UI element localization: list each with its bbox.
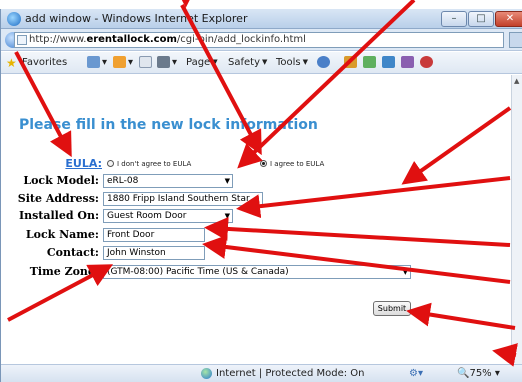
eula-disagree-radio[interactable]: [107, 160, 114, 167]
installed-on-label: Installed On:: [18, 209, 99, 222]
address-input[interactable]: http://www.erentallock.com/cgi-bin/add_l…: [14, 32, 504, 48]
command-bar: ★ Favorites ▾ ▾ ▾ Page ▼ Safety ▼ Tools ▼: [1, 52, 522, 74]
url-scheme: http://www.: [29, 34, 87, 45]
window-title: add window - Windows Internet Explorer: [25, 12, 248, 25]
zoom-level[interactable]: 🔍75% ▾: [457, 368, 500, 379]
eula-agree-radio[interactable]: [260, 160, 267, 167]
close-button[interactable]: ✕: [495, 11, 522, 27]
onenote-icon[interactable]: [401, 56, 414, 68]
page-title: Please fill in the new lock information: [19, 117, 318, 133]
lock-model-label: Lock Model:: [23, 174, 99, 187]
site-address-input[interactable]: 1880 Fripp Island Southern Star: [103, 192, 263, 206]
tools-menu-label: Tools: [276, 57, 301, 68]
star-icon[interactable]: ★: [6, 56, 17, 70]
page-icon: [17, 35, 27, 45]
addon-icon[interactable]: [420, 56, 433, 68]
page-menu[interactable]: Page ▼: [186, 57, 218, 68]
lock-model-value: eRL-08: [107, 176, 139, 186]
scroll-up-icon[interactable]: ▲: [514, 77, 519, 85]
refresh-icon[interactable]: [509, 32, 522, 48]
zoom-value: 75%: [469, 368, 492, 379]
security-zone-text: Internet | Protected Mode: On: [216, 368, 365, 379]
home-dropdown-icon[interactable]: ▾: [102, 57, 107, 68]
settings-icon[interactable]: ⚙▾: [409, 368, 423, 379]
mail-icon[interactable]: [139, 56, 152, 68]
cropped-banner-text: ▼: [180, 0, 192, 9]
address-bar: http://www.erentallock.com/cgi-bin/add_l…: [1, 29, 522, 51]
messenger-icon[interactable]: [363, 56, 376, 68]
submit-button[interactable]: Submit: [373, 301, 411, 316]
url-host: erentallock.com: [86, 34, 177, 45]
status-bar: Internet | Protected Mode: On ⚙▾ 🔍75% ▾: [1, 364, 522, 382]
cropped-banner: ▼: [0, 0, 522, 9]
browser-window: add window - Windows Internet Explorer –…: [0, 9, 522, 382]
chevron-down-icon: ▼: [224, 212, 230, 220]
safety-menu[interactable]: Safety ▼: [228, 57, 267, 68]
favorites-button[interactable]: Favorites: [22, 57, 67, 68]
site-address-label: Site Address:: [17, 192, 99, 205]
lock-model-select[interactable]: eRL-08 ▼: [103, 174, 233, 188]
safety-menu-label: Safety: [228, 57, 260, 68]
eula-link[interactable]: EULA:: [1, 157, 102, 170]
eula-disagree-label: I don't agree to EULA: [117, 160, 192, 168]
feeds-dropdown-icon[interactable]: ▾: [128, 57, 133, 68]
eula-agree-option[interactable]: I agree to EULA: [260, 160, 324, 168]
feeds-icon[interactable]: [113, 56, 126, 68]
installed-on-value: Guest Room Door: [107, 211, 187, 221]
minimize-button[interactable]: –: [441, 11, 467, 27]
url-path: /cgi-bin/add_lockinfo.html: [176, 34, 306, 45]
title-bar: add window - Windows Internet Explorer –…: [1, 9, 522, 29]
print-dropdown-icon[interactable]: ▾: [172, 57, 177, 68]
lock-name-label: Lock Name:: [25, 228, 99, 241]
contact-label: Contact:: [46, 246, 99, 259]
help-icon[interactable]: [317, 56, 330, 68]
eula-disagree-option[interactable]: I don't agree to EULA: [107, 160, 191, 168]
home-icon[interactable]: [87, 56, 100, 68]
lock-name-input[interactable]: Front Door: [103, 228, 205, 242]
page-menu-label: Page: [186, 57, 211, 68]
research-icon[interactable]: [344, 56, 357, 68]
chevron-down-icon: ▼: [402, 268, 408, 276]
contact-input[interactable]: John Winston: [103, 246, 205, 260]
ie-logo-icon: [7, 12, 21, 26]
time-zone-select[interactable]: (GTM-08:00) Pacific Time (US & Canada) ▼: [103, 265, 411, 279]
page-viewport: Please fill in the new lock information …: [1, 75, 511, 364]
time-zone-label: Time Zone:: [29, 265, 99, 278]
globe-icon: [201, 368, 212, 379]
maximize-button[interactable]: □: [468, 11, 494, 27]
installed-on-select[interactable]: Guest Room Door ▼: [103, 209, 233, 223]
eula-agree-label: I agree to EULA: [270, 160, 325, 168]
vertical-scrollbar[interactable]: ▲: [511, 75, 522, 364]
time-zone-value: (GTM-08:00) Pacific Time (US & Canada): [107, 267, 289, 277]
chevron-down-icon: ▼: [224, 177, 230, 185]
toolbar-addon-icon[interactable]: [382, 56, 395, 68]
print-icon[interactable]: [157, 56, 170, 68]
tools-menu[interactable]: Tools ▼: [276, 57, 308, 68]
